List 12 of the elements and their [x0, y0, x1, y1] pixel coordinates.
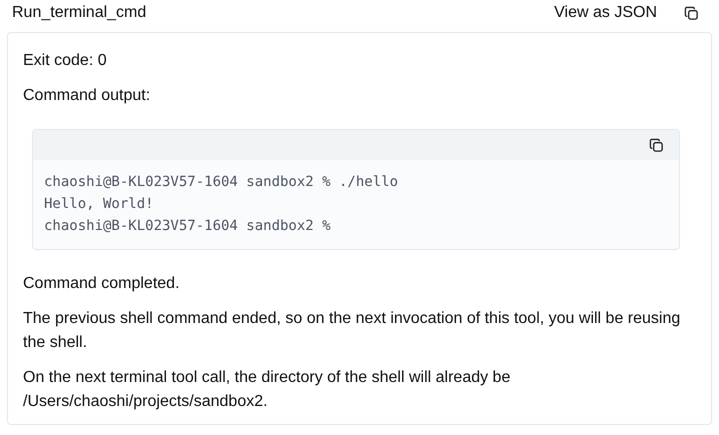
view-json-button[interactable]: View as JSON — [554, 1, 657, 25]
output-label: Command output: — [23, 86, 152, 106]
output-paragraph: Command completed. — [23, 274, 181, 294]
code-line: chaoshi@B-KL023V57-1604 sandbox2 % — [44, 217, 332, 236]
tool-title: Run_terminal_cmd — [12, 3, 148, 23]
output-paragraph: On the next terminal tool call, the directory of the shell will already be /Users/chaoshi/projects/sandbox2. — [23, 368, 512, 412]
copy-icon[interactable] — [649, 138, 664, 152]
code-line: Hello, World! — [44, 195, 155, 214]
output-paragraph: The previous shell command ended, so on the next invocation of this tool, you will be reusing the shell. — [23, 309, 682, 353]
exit-code-text: Exit code: 0 — [23, 51, 108, 71]
code-line: chaoshi@B-KL023V57-1604 sandbox2 % ./hello — [44, 173, 400, 192]
copy-icon[interactable] — [684, 6, 699, 20]
